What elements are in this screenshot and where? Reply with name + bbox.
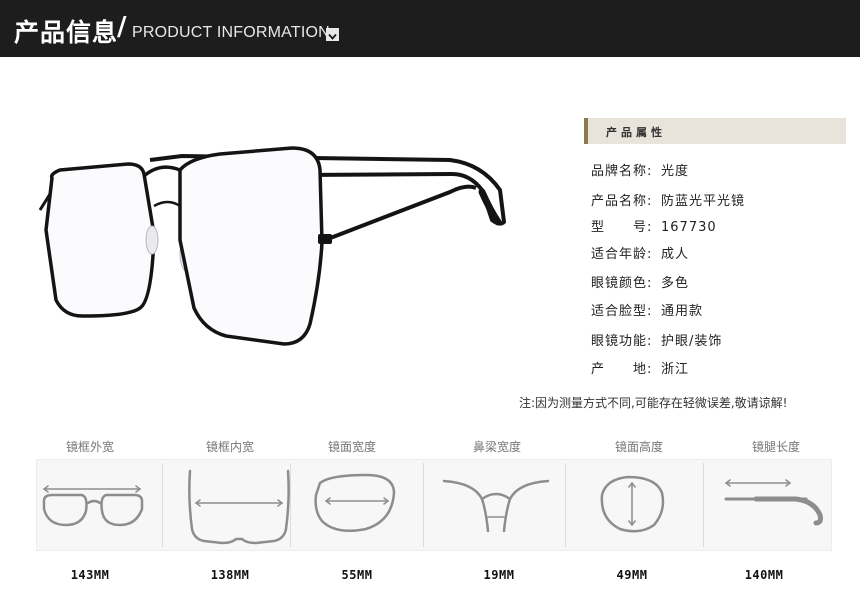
spec-key: 眼镜功能: [591, 334, 653, 349]
spec-key: 品牌名称: [591, 164, 653, 179]
spec-row-origin: 产 地: 浙江 [591, 358, 689, 378]
spec-value: 防蓝光平光镜 [661, 194, 746, 209]
frame-outer-width-icon [42, 485, 144, 527]
spec-key: 产 地: [591, 362, 653, 377]
header-title-en: PRODUCT INFORMATION [132, 24, 330, 41]
measurement-label: 镜面宽度 [327, 440, 376, 454]
measurement-diagrams [42, 469, 823, 545]
spec-key: 产品名称: [591, 194, 653, 209]
spec-value: 浙江 [661, 362, 690, 377]
spec-value: 成人 [661, 247, 690, 262]
measurement-value: 55MM [341, 568, 373, 582]
attributes-section-title: 产品属性 [606, 126, 666, 139]
spec-row-color: 眼镜颜色: 多色 [591, 272, 689, 292]
spec-key: 适合脸型: [591, 304, 653, 319]
measurement-label: 鼻梁宽度 [472, 440, 521, 454]
measurement-value: 49MM [616, 568, 648, 582]
spec-row-product-name: 产品名称: 防蓝光平光镜 [591, 190, 745, 210]
measurement-label: 镜腿长度 [751, 440, 800, 454]
spec-value: 通用款 [661, 304, 704, 319]
attributes-section-header: 产品属性 [584, 118, 846, 144]
measurement-value: 138MM [210, 568, 250, 582]
header-bar: 产品信息 / PRODUCT INFORMATION [0, 0, 860, 57]
spec-key: 眼镜颜色: [591, 276, 653, 291]
spec-value: 167730 [661, 220, 717, 235]
spec-row-face-shape: 适合脸型: 通用款 [591, 300, 703, 320]
spec-value: 护眼/装饰 [661, 334, 723, 349]
header-title-cn: 产品信息 [14, 18, 119, 47]
measurement-label: 镜面高度 [614, 440, 663, 454]
measurement-value: 140MM [744, 568, 784, 582]
lens-height-icon [600, 475, 665, 533]
bridge-width-icon [442, 479, 550, 533]
temple-length-icon [724, 479, 823, 526]
measurement-value: 19MM [483, 568, 515, 582]
spec-key: 型 号: [591, 220, 653, 235]
spec-row-brand: 品牌名称: 光度 [591, 160, 689, 180]
measurement-label: 镜框外宽 [65, 440, 114, 454]
spec-value: 多色 [661, 276, 690, 291]
measurement-label: 镜框内宽 [205, 440, 254, 454]
spec-key: 适合年龄: [591, 247, 653, 262]
frame-inner-width-icon [188, 469, 290, 545]
header-separator: / [117, 12, 127, 42]
spec-value: 光度 [661, 164, 690, 179]
spec-row-function: 眼镜功能: 护眼/装饰 [591, 330, 722, 350]
spec-row-model: 型 号: 167730 [591, 216, 717, 236]
glasses-product-photo [38, 146, 506, 346]
chevron-down-icon[interactable] [326, 28, 339, 41]
measurement-note: 注:因为测量方式不同,可能存在轻微误差,敬请谅解! [519, 396, 788, 410]
spec-row-age: 适合年龄: 成人 [591, 243, 689, 263]
lens-width-icon [314, 473, 396, 532]
measurement-value: 143MM [70, 568, 110, 582]
